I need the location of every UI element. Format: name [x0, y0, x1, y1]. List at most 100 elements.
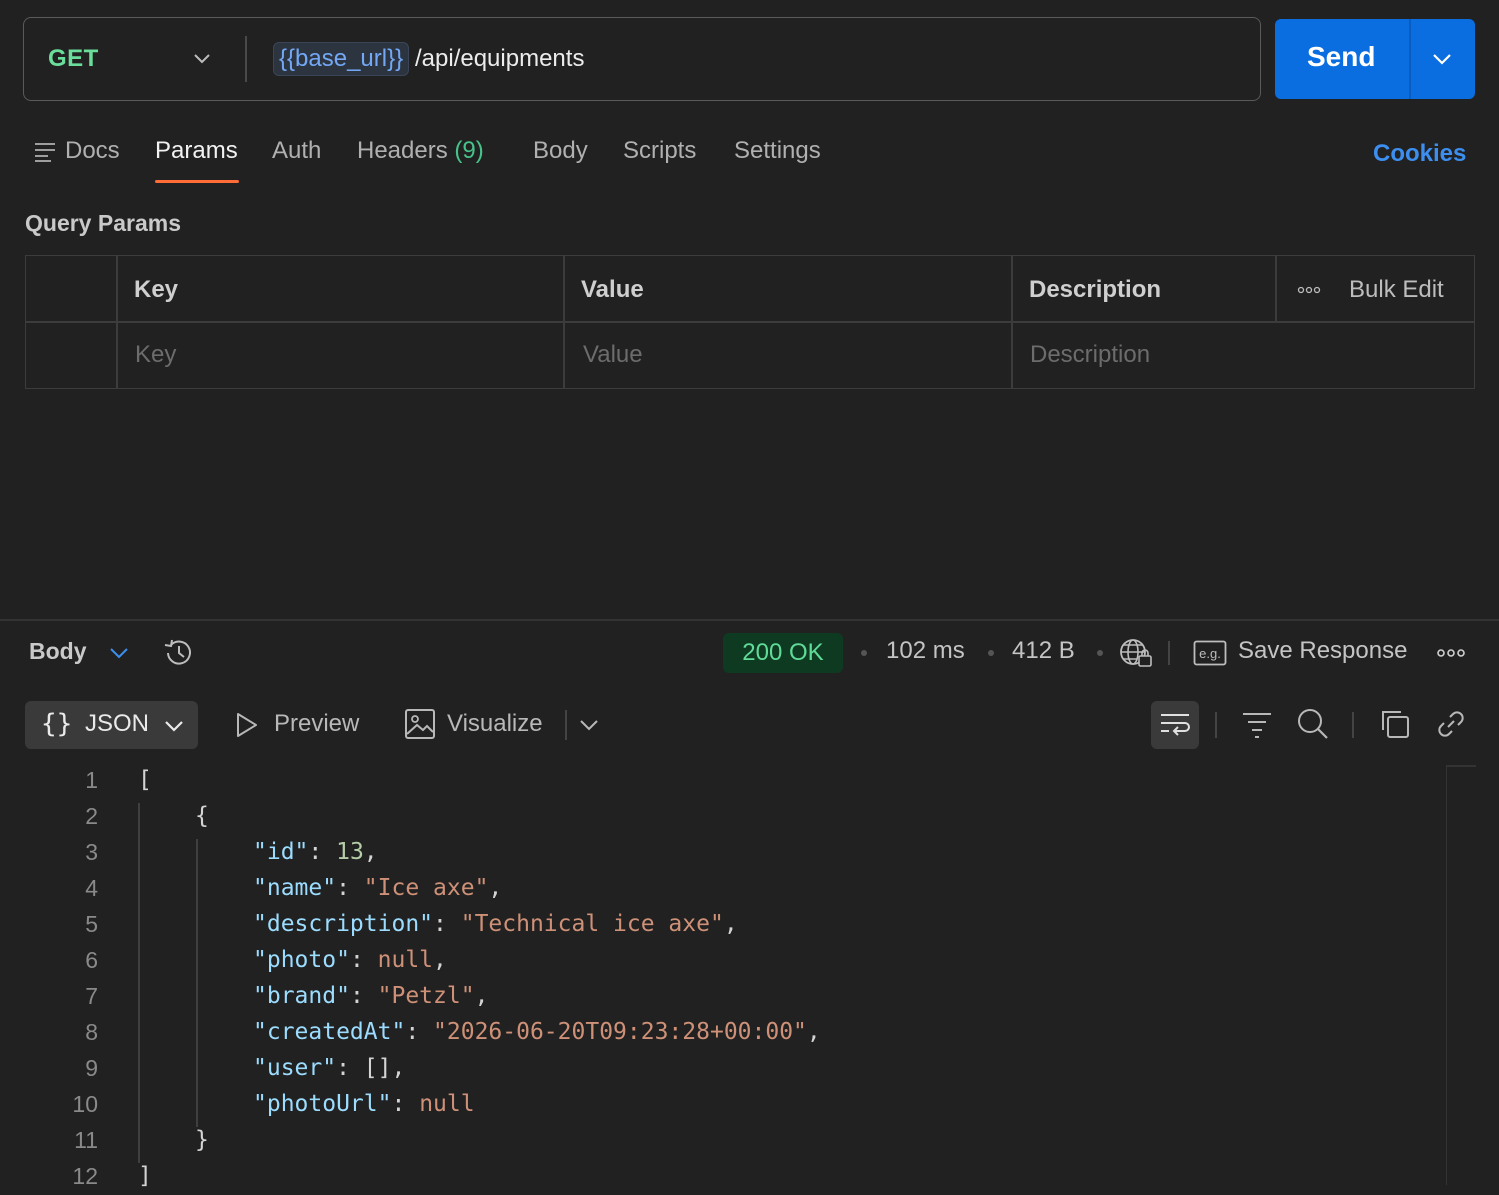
toolbar-divider — [1215, 712, 1217, 738]
visualize-button[interactable]: Visualize — [447, 710, 543, 738]
tab-docs[interactable]: Docs — [65, 136, 120, 166]
response-size[interactable]: 412 B — [1012, 637, 1075, 665]
tab-body[interactable]: Body — [533, 136, 588, 166]
scrollbar[interactable] — [1446, 765, 1476, 1185]
image-icon[interactable] — [404, 708, 436, 740]
status-badge[interactable]: 200 OK — [723, 633, 843, 673]
indent-guide — [138, 803, 140, 1163]
code-line: ] — [138, 1163, 152, 1189]
search-icon[interactable] — [1296, 707, 1330, 741]
tab-auth[interactable]: Auth — [272, 136, 321, 166]
json-value: null — [419, 1091, 475, 1117]
line-number: 10 — [72, 1091, 98, 1117]
network-secure-icon[interactable] — [1118, 636, 1154, 670]
json-key: "description" — [253, 911, 434, 937]
line-number: 3 — [85, 839, 98, 865]
tab-settings[interactable]: Settings — [734, 136, 821, 166]
bulk-edit-button[interactable]: Bulk Edit — [1349, 276, 1444, 304]
response-divider[interactable] — [0, 619, 1499, 621]
url-bar[interactable]: GET {{base_url}} /api/equipments — [23, 17, 1261, 101]
query-params-title: Query Params — [25, 210, 181, 236]
line-number: 8 — [85, 1019, 98, 1045]
send-divider — [1409, 19, 1411, 99]
chevron-down-icon[interactable] — [192, 48, 212, 68]
colon: : — [349, 947, 378, 973]
column-header-value: Value — [581, 276, 644, 303]
chevron-down-icon[interactable] — [578, 715, 600, 735]
table-divider — [1275, 256, 1277, 321]
docs-icon — [35, 143, 55, 162]
line-number: 1 — [85, 767, 98, 793]
colon: : — [433, 911, 461, 937]
colon: : — [336, 875, 364, 901]
separator-dot — [1097, 650, 1103, 656]
colon: : — [405, 1019, 434, 1045]
colon: : — [391, 1091, 420, 1117]
copy-icon[interactable] — [1379, 708, 1411, 740]
history-icon[interactable] — [162, 636, 196, 670]
key-input[interactable]: Key — [135, 341, 176, 369]
json-key: "photo" — [253, 947, 350, 973]
active-tab-indicator — [155, 180, 239, 183]
description-input[interactable]: Description — [1030, 341, 1150, 369]
value-input[interactable]: Value — [583, 341, 643, 369]
comma: , — [474, 983, 489, 1009]
cookies-link[interactable]: Cookies — [1373, 140, 1466, 168]
comma: , — [433, 947, 447, 973]
chevron-down-icon — [165, 721, 183, 732]
bracket: [ — [138, 767, 152, 793]
colon: : — [308, 839, 337, 865]
tab-headers-label: Headers — [357, 137, 448, 164]
wrap-lines-button[interactable] — [1151, 701, 1199, 749]
comma: , — [488, 875, 503, 901]
line-number: 12 — [72, 1163, 98, 1189]
separator-dot — [988, 650, 994, 656]
send-button[interactable]: Send — [1275, 19, 1475, 99]
code-line: { — [195, 803, 209, 829]
json-key: "photoUrl" — [253, 1091, 392, 1117]
comma: , — [363, 839, 378, 865]
toolbar-divider — [1352, 712, 1354, 738]
colon: : — [349, 983, 378, 1009]
json-value: [] — [363, 1055, 392, 1081]
line-number: 7 — [85, 983, 98, 1009]
json-value: "2026-06-20T09:23:28+00:00" — [433, 1019, 807, 1045]
json-value: 13 — [336, 839, 364, 865]
code-line: "createdAt": "2026-06-20T09:23:28+00:00"… — [253, 1019, 821, 1045]
url-variable[interactable]: {{base_url}} — [273, 42, 410, 76]
code-line: "user": [], — [253, 1055, 405, 1081]
filter-icon[interactable] — [1241, 711, 1273, 739]
bracket: ] — [138, 1163, 152, 1189]
response-time[interactable]: 102 ms — [886, 637, 965, 665]
more-options-icon[interactable] — [1297, 285, 1321, 295]
link-icon[interactable] — [1435, 708, 1467, 740]
play-icon[interactable] — [234, 711, 260, 739]
response-body-label[interactable]: Body — [29, 638, 87, 665]
preview-button[interactable]: Preview — [274, 710, 359, 738]
table-divider — [563, 256, 565, 388]
column-header-description: Description — [1029, 276, 1162, 303]
tab-headers[interactable]: Headers (9) — [357, 136, 484, 166]
line-number: 4 — [85, 875, 98, 901]
chevron-down-icon[interactable] — [108, 643, 130, 663]
line-number: 6 — [85, 947, 98, 973]
format-select[interactable]: {} JSON — [25, 701, 198, 749]
line-number: 2 — [85, 803, 98, 829]
url-input[interactable]: /api/equipments — [415, 42, 584, 76]
json-key: "brand" — [253, 983, 350, 1009]
code-line: "brand": "Petzl", — [253, 983, 488, 1009]
tab-scripts[interactable]: Scripts — [623, 136, 696, 166]
method-select[interactable]: GET — [48, 45, 99, 73]
response-body-code[interactable]: 1 2 3 4 5 6 7 8 9 10 11 12[{"id": 13, "name": "Ice a… — [0, 765, 1445, 1195]
send-label: Send — [1307, 41, 1376, 72]
colon: : — [336, 1055, 364, 1081]
example-icon[interactable]: e.g. — [1193, 640, 1227, 666]
toolbar-divider — [1168, 641, 1170, 665]
json-key: "id" — [253, 839, 309, 865]
save-response-button[interactable]: Save Response — [1238, 637, 1407, 665]
line-number: 5 — [85, 911, 98, 937]
tab-params[interactable]: Params — [155, 136, 238, 166]
table-divider — [1011, 256, 1013, 388]
chevron-down-icon[interactable] — [1430, 49, 1454, 69]
more-options-icon[interactable] — [1436, 647, 1466, 659]
